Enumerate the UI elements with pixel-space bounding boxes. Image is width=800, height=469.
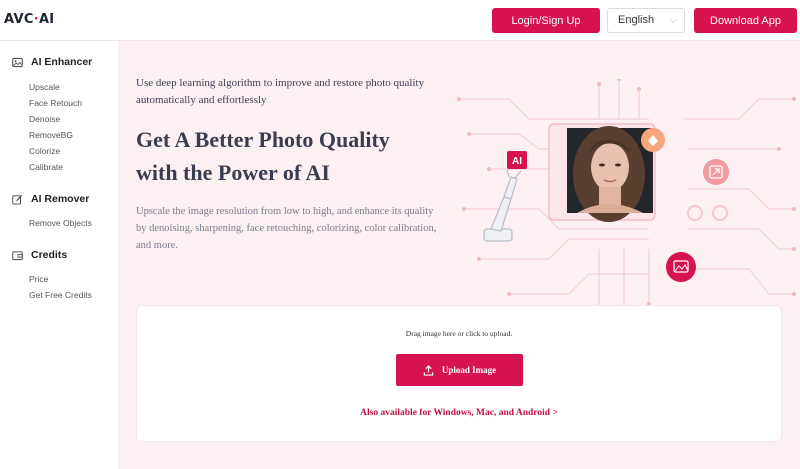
gear-icon-right	[712, 205, 728, 221]
hero-description: Upscale the image resolution from low to…	[136, 206, 437, 251]
wallet-icon	[12, 250, 23, 260]
photo-enhance-icon	[666, 252, 696, 282]
portrait-photo	[567, 126, 653, 222]
download-app-button[interactable]: Download App	[694, 8, 797, 33]
logo[interactable]: AVC·AI	[4, 12, 54, 27]
sidebar-item-removebg[interactable]: RemoveBG	[29, 130, 73, 140]
sidebar-item-upscale[interactable]: Upscale	[29, 82, 60, 92]
upload-dropzone[interactable]: Drag image here or click to upload. Uplo…	[136, 305, 782, 442]
robot-arm-icon	[483, 168, 522, 242]
sidebar-item-price[interactable]: Price	[29, 274, 48, 284]
sidebar-item-calibrate[interactable]: Calibrate	[29, 162, 63, 172]
hero-illustration: AI	[457, 79, 796, 314]
sidebar-section-credits[interactable]: Credits	[12, 249, 67, 261]
sidebar: AI Enhancer Upscale Face Retouch Denoise…	[0, 41, 119, 469]
hero-headline: Get A Better Photo Quality with the Powe…	[136, 123, 456, 189]
drag-instruction: Drag image here or click to upload.	[405, 329, 513, 338]
platform-availability-link[interactable]: Also available for Windows, Mac, and And…	[137, 408, 781, 418]
section-title-ai-remover: AI Remover	[31, 193, 90, 205]
language-value: English	[618, 14, 655, 26]
image-icon	[12, 57, 23, 67]
upload-button-label: Upload Image	[441, 365, 497, 375]
section-title-ai-enhancer: AI Enhancer	[31, 56, 93, 68]
section-title-credits: Credits	[31, 249, 68, 261]
sidebar-section-ai-remover[interactable]: AI Remover	[12, 193, 89, 205]
edit-icon	[12, 194, 23, 205]
upload-icon	[423, 364, 434, 376]
main-content: Use deep learning algorithm to improve a…	[119, 41, 800, 469]
logo-suffix: AI	[38, 12, 55, 27]
sidebar-section-ai-enhancer[interactable]: AI Enhancer	[12, 56, 92, 68]
ai-badge-label: AI	[512, 156, 522, 167]
sidebar-item-face-retouch[interactable]: Face Retouch	[29, 98, 82, 108]
sidebar-item-colorize[interactable]: Colorize	[29, 146, 60, 156]
logo-main: AVC	[4, 12, 34, 27]
gear-icon-left	[687, 205, 703, 221]
sidebar-item-get-free-credits[interactable]: Get Free Credits	[29, 290, 92, 300]
headline-line-1: Get A Better Photo Quality	[136, 127, 390, 152]
top-bar: AVC·AI Login/Sign Up English ⌵ Download …	[0, 0, 800, 41]
upload-image-button[interactable]: Upload Image	[396, 354, 523, 386]
sidebar-item-denoise[interactable]: Denoise	[29, 114, 60, 124]
headline-line-2: with the Power of AI	[136, 160, 330, 185]
language-select[interactable]: English ⌵	[607, 8, 685, 33]
login-signup-button[interactable]: Login/Sign Up	[492, 8, 600, 33]
hero-tagline: Use deep learning algorithm to improve a…	[136, 77, 425, 106]
chevron-down-icon: ⌵	[669, 15, 677, 26]
sidebar-item-remove-objects[interactable]: Remove Objects	[29, 218, 92, 228]
